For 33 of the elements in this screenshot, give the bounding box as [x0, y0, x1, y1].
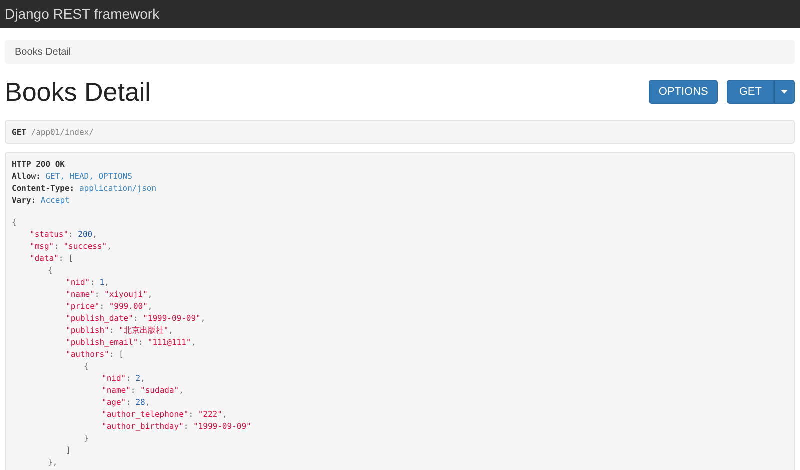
status-line: HTTP 200 OK [12, 159, 66, 171]
code-line: "nid": 1, [65, 277, 110, 289]
page-title: Books Detail [5, 76, 151, 108]
code-line: }, [47, 457, 59, 469]
code-line: { [47, 265, 54, 277]
code-line: "publish_date": "1999-09-09", [65, 313, 207, 325]
caret-icon [781, 90, 788, 94]
code-line: "nid": 2, [101, 373, 146, 385]
code-line: "age": 28, [101, 397, 152, 409]
code-line: "status": 200, [29, 229, 98, 241]
code-line: ] [65, 445, 72, 457]
header-line: Allow: GET, HEAD, OPTIONS [12, 171, 134, 183]
code-line: "name": "sudada", [101, 385, 185, 397]
code-line: "authors": [ [65, 349, 125, 361]
header-line: Content-Type: application/json [12, 183, 158, 195]
request-line: GET /app01/index/ [12, 128, 94, 136]
breadcrumb-item[interactable]: Books Detail [15, 46, 72, 58]
get-button[interactable]: GET [727, 80, 774, 104]
code-line: { [83, 361, 90, 373]
options-button[interactable]: OPTIONS [648, 80, 718, 104]
code-line: "author_telephone": "222", [101, 409, 228, 421]
code-line: "price": "999.00", [65, 301, 154, 313]
code-line: "publish": "北京出版社", [65, 325, 174, 337]
brand-link[interactable]: Django REST framework [5, 6, 160, 22]
dropdown-toggle[interactable] [774, 80, 795, 104]
code-line: "publish_email": "111@111", [65, 337, 198, 349]
header-line: Vary: Accept [12, 195, 71, 207]
code-line: } [83, 433, 90, 445]
code-line: "data": [ [29, 253, 74, 265]
code-line: "msg": "success", [29, 241, 113, 253]
code-line: { [12, 217, 18, 229]
code-line: "name": "xiyouji", [65, 289, 154, 301]
code-line: "author_birthday": "1999-09-09" [101, 421, 252, 433]
